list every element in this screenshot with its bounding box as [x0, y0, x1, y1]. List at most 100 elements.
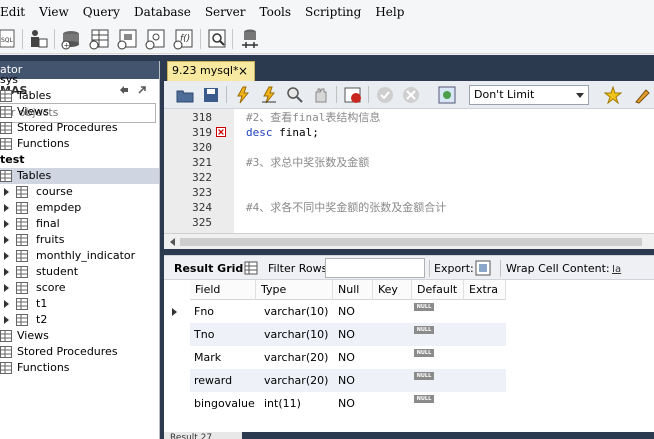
null-badge[interactable]: NULL [414, 326, 434, 334]
execute-icon[interactable] [234, 86, 252, 104]
grid-cell-field[interactable]: Mark [192, 346, 221, 369]
tree-item[interactable]: Stored Procedures [0, 344, 159, 360]
grid-cell-type[interactable]: varchar(20) [262, 346, 328, 369]
grid-cell-field[interactable]: Tno [192, 323, 214, 346]
wrap-cell-icon[interactable]: Ia [612, 262, 626, 274]
tree-item[interactable]: fruits [0, 232, 159, 248]
grid-cell-null[interactable]: NO [336, 346, 355, 369]
add-snippet-icon[interactable] [604, 86, 622, 104]
menu-tools[interactable]: Tools [253, 0, 299, 24]
execute-current-icon[interactable] [260, 86, 278, 104]
tree-item[interactable]: student [0, 264, 159, 280]
column-header[interactable]: Null [333, 280, 373, 300]
grid-cell-null[interactable]: NO [336, 369, 355, 392]
tree-item[interactable]: final [0, 216, 159, 232]
menu-server[interactable]: Server [198, 0, 253, 24]
column-header[interactable]: Field [190, 280, 256, 300]
expand-arrow-icon[interactable] [4, 188, 9, 196]
tree-item[interactable]: course [0, 184, 159, 200]
result-grid-tab[interactable]: Result Grid [174, 256, 243, 281]
toggle-error-icon[interactable] [344, 86, 362, 104]
tree-item[interactable]: score [0, 280, 159, 296]
menu-edit[interactable]: Edit [0, 0, 32, 24]
tree-item[interactable]: sys [0, 72, 159, 88]
expand-arrow-icon[interactable] [4, 204, 9, 212]
create-table-icon[interactable] [88, 27, 112, 51]
create-schema-icon[interactable]: + [60, 27, 84, 51]
close-tab-icon[interactable]: × [238, 62, 248, 80]
menu-help[interactable]: Help [368, 0, 411, 24]
null-badge[interactable]: NULL [414, 349, 434, 357]
editor-horizontal-scrollbar[interactable] [164, 233, 654, 249]
column-header[interactable]: Default [412, 280, 464, 300]
null-badge[interactable]: NULL [414, 395, 434, 403]
tree-item[interactable]: t2 [0, 312, 159, 328]
tree-item[interactable]: Functions [0, 360, 159, 376]
expand-arrow-icon[interactable] [4, 268, 9, 276]
tree-item[interactable]: Views [0, 328, 159, 344]
expand-arrow-icon[interactable] [4, 316, 9, 324]
table-row[interactable]: Fno varchar(10) NO NULL [190, 300, 506, 323]
tree-item[interactable]: Views [0, 104, 159, 120]
tree-item[interactable]: Functions [0, 136, 159, 152]
tree-item[interactable]: Tables [0, 168, 159, 184]
grid-icon[interactable] [244, 261, 258, 275]
grid-cell-type[interactable]: varchar(10) [262, 323, 328, 346]
menu-scripting[interactable]: Scripting [298, 0, 368, 24]
open-file-icon[interactable] [176, 86, 194, 104]
reconnect-icon[interactable] [238, 27, 262, 51]
autocommit-icon[interactable] [438, 86, 456, 104]
expand-arrow-icon[interactable] [4, 236, 9, 244]
beautify-icon[interactable] [634, 86, 652, 104]
menu-query[interactable]: Query [76, 0, 127, 24]
info-icon[interactable] [27, 27, 51, 51]
save-icon[interactable] [202, 86, 220, 104]
table-row[interactable]: bingovalue int(11) NO NULL [190, 392, 506, 415]
menu-view[interactable]: View [32, 0, 76, 24]
grid-cell-type[interactable]: varchar(10) [262, 300, 328, 323]
stop-icon[interactable] [312, 86, 330, 104]
tab-query[interactable]: 9.23 mysql* × [167, 61, 255, 81]
create-procedure-icon[interactable] [144, 27, 168, 51]
grid-cell-type[interactable]: varchar(20) [262, 369, 328, 392]
create-view-icon[interactable] [116, 27, 140, 51]
expand-arrow-icon[interactable] [4, 300, 9, 308]
tree-item[interactable]: test [0, 152, 159, 168]
column-header[interactable]: Type [256, 280, 333, 300]
grid-cell-null[interactable]: NO [336, 323, 355, 346]
tree-item[interactable]: Stored Procedures [0, 120, 159, 136]
commit-icon[interactable] [376, 86, 394, 104]
null-badge[interactable]: NULL [414, 372, 434, 380]
error-marker-icon[interactable] [216, 127, 226, 137]
limit-rows-select[interactable]: Don't Limit [469, 85, 589, 105]
search-table-data-icon[interactable] [206, 27, 230, 51]
create-function-icon[interactable]: f() [172, 27, 196, 51]
grid-cell-field[interactable]: bingovalue [192, 392, 255, 415]
result-bottom-tab[interactable]: Result 27 [164, 432, 242, 439]
null-badge[interactable]: NULL [414, 303, 434, 311]
filter-rows-input[interactable] [325, 258, 425, 278]
expand-arrow-icon[interactable] [4, 252, 9, 260]
tree-item[interactable]: t1 [0, 296, 159, 312]
tree-item[interactable]: Tables [0, 88, 159, 104]
rollback-icon[interactable] [402, 86, 420, 104]
table-row[interactable]: Tno varchar(10) NO NULL [190, 323, 506, 346]
scroll-thumb[interactable] [180, 238, 642, 246]
grid-cell-field[interactable]: reward [192, 369, 232, 392]
sql-editor[interactable]: 318 #2、查看final表结构信息 319 desc final; 320 321 #3… [164, 109, 654, 233]
grid-cell-field[interactable]: Fno [192, 300, 214, 323]
column-header[interactable]: Key [373, 280, 412, 300]
grid-cell-null[interactable]: NO [336, 300, 355, 323]
menu-database[interactable]: Database [127, 0, 198, 24]
explain-icon[interactable] [286, 86, 304, 104]
scroll-left-icon[interactable] [170, 238, 175, 246]
expand-arrow-icon[interactable] [4, 284, 9, 292]
column-header[interactable]: Extra [464, 280, 506, 300]
tree-item[interactable]: monthly_indicator [0, 248, 159, 264]
table-row[interactable]: Mark varchar(20) NO NULL [190, 346, 506, 369]
new-sql-tab-icon[interactable]: SQL [0, 27, 24, 51]
tree-item[interactable]: empdep [0, 200, 159, 216]
table-row[interactable]: reward varchar(20) NO NULL [190, 369, 506, 392]
export-icon[interactable] [475, 260, 491, 276]
grid-cell-type[interactable]: int(11) [262, 392, 301, 415]
